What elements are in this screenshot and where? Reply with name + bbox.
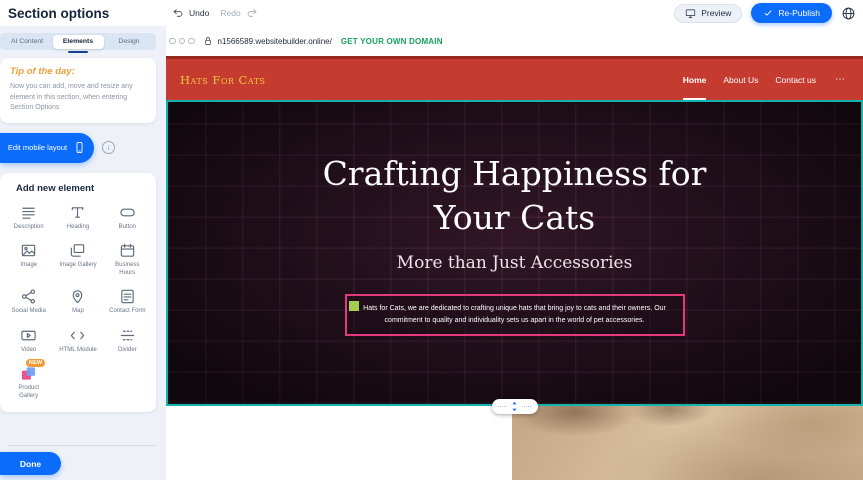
element-video[interactable]: Video xyxy=(4,327,53,355)
editor-canvas: n1566589.websitebuilder.online/ GET YOUR… xyxy=(166,26,863,480)
preview-label: Preview xyxy=(701,8,731,18)
tip-body: Now you can add, move and resize any ele… xyxy=(10,82,146,114)
edit-mobile-layout-label: Edit mobile layout xyxy=(8,143,67,152)
done-button[interactable]: Done xyxy=(0,452,61,475)
top-toolbar: Section options Undo Redo Preview Re-Pub… xyxy=(0,0,863,26)
language-globe-icon[interactable] xyxy=(841,6,856,21)
description-icon xyxy=(20,204,37,221)
get-domain-link[interactable]: GET YOUR OWN DOMAIN xyxy=(341,37,443,46)
social-media-icon xyxy=(20,288,37,305)
site-preview: Hats For Cats Home About Us Contact us ⋯… xyxy=(166,56,863,480)
element-image[interactable]: Image xyxy=(4,242,53,277)
check-icon xyxy=(763,8,773,18)
element-map[interactable]: Map xyxy=(53,288,102,316)
hero-section-selected[interactable]: Crafting Happiness for Your Cats More th… xyxy=(166,100,863,406)
browser-bar: n1566589.websitebuilder.online/ GET YOUR… xyxy=(166,26,863,56)
video-icon xyxy=(20,327,37,344)
undo-button[interactable]: Undo xyxy=(189,8,209,18)
divider-icon xyxy=(119,327,136,344)
element-social-media[interactable]: Social Media xyxy=(4,288,53,316)
image-gallery-icon xyxy=(69,242,86,259)
page-title: Section options xyxy=(8,6,109,21)
element-description[interactable]: Description xyxy=(4,204,53,232)
tab-design[interactable]: Design xyxy=(104,35,155,49)
republish-button[interactable]: Re-Publish xyxy=(751,3,832,23)
phone-icon xyxy=(73,141,86,154)
html-module-icon xyxy=(69,327,86,344)
redo-icon[interactable] xyxy=(246,7,258,19)
element-contact-form[interactable]: Contact Form xyxy=(103,288,152,316)
nav-contact-us[interactable]: Contact us xyxy=(775,59,816,100)
info-icon[interactable]: i xyxy=(102,141,115,154)
hero-heading[interactable]: Crafting Happiness for Your Cats xyxy=(300,152,730,239)
edit-mobile-layout-button[interactable]: Edit mobile layout xyxy=(0,133,94,163)
site-nav: Home About Us Contact us ⋯ xyxy=(683,59,845,100)
handle-dots xyxy=(522,406,531,407)
preview-button[interactable]: Preview xyxy=(674,4,742,23)
history-controls: Undo Redo xyxy=(172,7,258,19)
redo-button[interactable]: Redo xyxy=(220,8,240,18)
element-button[interactable]: Button xyxy=(103,204,152,232)
next-section-content xyxy=(166,406,512,480)
hero-subheading[interactable]: More than Just Accessories xyxy=(397,253,633,273)
handle-dots xyxy=(498,406,507,407)
nav-more-menu[interactable]: ⋯ xyxy=(835,59,845,100)
window-dot xyxy=(179,38,186,45)
element-business-hours[interactable]: Business Hours xyxy=(103,242,152,277)
lock-icon xyxy=(203,36,213,46)
element-product-gallery[interactable]: NEW Product Gallery xyxy=(4,365,53,400)
nav-home[interactable]: Home xyxy=(683,59,707,100)
heading-icon xyxy=(69,204,86,221)
sidebar-divider xyxy=(8,445,156,446)
mobile-layout-row: Edit mobile layout i xyxy=(0,133,166,163)
tab-ai-content[interactable]: AI Content xyxy=(2,35,53,49)
nav-about-us[interactable]: About Us xyxy=(723,59,758,100)
window-controls xyxy=(169,38,195,45)
hero-body-text: Hats for Cats, we are dedicated to craft… xyxy=(360,303,670,327)
image-icon xyxy=(20,242,37,259)
next-section[interactable] xyxy=(166,406,863,480)
element-divider[interactable]: Divider xyxy=(103,327,152,355)
topbar-actions: Preview Re-Publish xyxy=(674,3,856,23)
contact-form-icon xyxy=(119,288,136,305)
resize-arrows-icon xyxy=(511,400,518,413)
sidebar: AI Content Elements Design Tip of the da… xyxy=(0,26,166,480)
business-hours-icon xyxy=(119,242,136,259)
tab-elements[interactable]: Elements xyxy=(53,35,104,49)
add-element-panel: Add new element Description Heading Butt… xyxy=(0,173,156,413)
product-gallery-icon xyxy=(20,365,37,382)
element-heading[interactable]: Heading xyxy=(53,204,102,232)
hero-text-element[interactable]: Hats for Cats, we are dedicated to craft… xyxy=(345,294,685,336)
tip-title: Tip of the day: xyxy=(10,66,146,77)
add-element-title: Add new element xyxy=(16,183,152,194)
button-icon xyxy=(119,204,136,221)
monitor-icon xyxy=(685,8,696,19)
map-pin-icon xyxy=(69,288,86,305)
window-dot xyxy=(188,38,195,45)
sand-photo xyxy=(512,406,863,480)
republish-label: Re-Publish xyxy=(778,8,820,18)
site-logo[interactable]: Hats For Cats xyxy=(180,73,266,87)
new-badge: NEW xyxy=(26,359,45,367)
tip-card: Tip of the day: Now you can add, move an… xyxy=(0,58,156,123)
sidebar-tabs: AI Content Elements Design xyxy=(0,33,156,50)
window-dot xyxy=(169,38,176,45)
site-url[interactable]: n1566589.websitebuilder.online/ xyxy=(218,37,332,46)
element-grid: Description Heading Button Image xyxy=(4,204,152,401)
element-image-gallery[interactable]: Image Gallery xyxy=(53,242,102,277)
section-resize-handle[interactable] xyxy=(492,399,538,414)
site-header: Hats For Cats Home About Us Contact us ⋯ xyxy=(166,56,863,100)
element-resize-handle[interactable] xyxy=(349,301,359,311)
undo-icon[interactable] xyxy=(172,7,184,19)
element-html-module[interactable]: HTML Module xyxy=(53,327,102,355)
